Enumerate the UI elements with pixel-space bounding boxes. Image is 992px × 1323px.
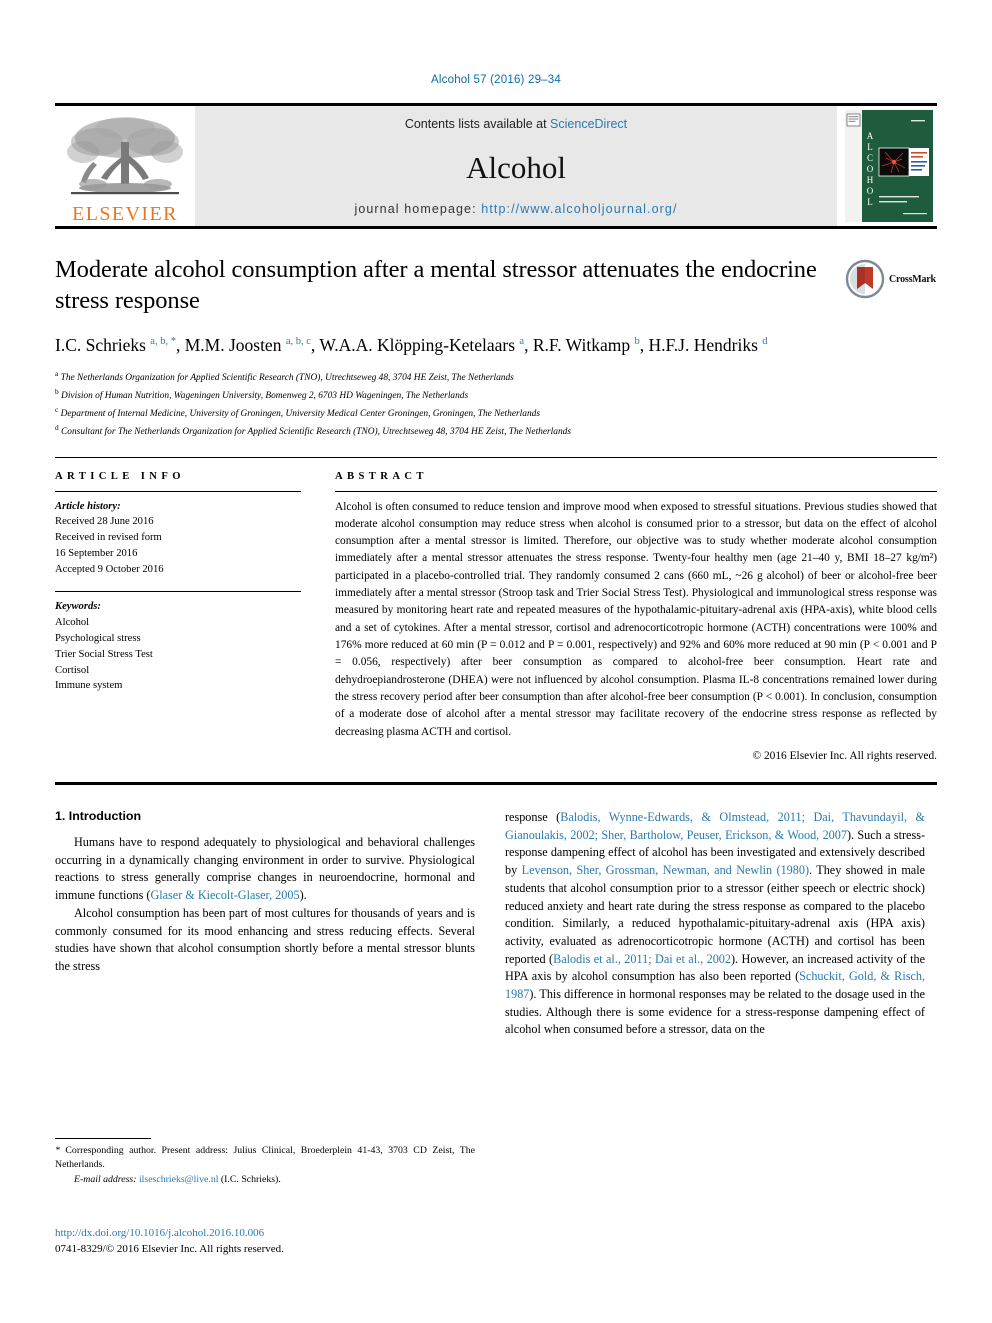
running-head: Alcohol 57 (2016) 29–34 [431, 74, 561, 86]
body-columns: 1. Introduction Humans have to respond a… [55, 809, 937, 1039]
journal-homepage-link[interactable]: http://www.alcoholjournal.org/ [481, 202, 677, 216]
history-line-2: 16 September 2016 [55, 548, 138, 560]
sciencedirect-link[interactable]: ScienceDirect [550, 117, 627, 131]
doi-link[interactable]: http://dx.doi.org/10.1016/j.alcohol.2016… [55, 1225, 475, 1241]
elsevier-tree-icon [63, 112, 187, 204]
affiliation-mark-d: d [55, 422, 59, 432]
svg-text:C: C [867, 153, 873, 163]
journal-masthead: ELSEVIER Contents lists available at Sci… [55, 103, 937, 226]
history-line-3: Accepted 9 October 2016 [55, 564, 164, 576]
svg-text:H: H [867, 175, 874, 185]
abstract-bottom-rule [55, 782, 937, 786]
elsevier-logo: ELSEVIER [55, 106, 195, 226]
masthead-center: Contents lists available at ScienceDirec… [195, 106, 837, 226]
article-info-rule [55, 490, 301, 492]
svg-text:L: L [867, 197, 873, 207]
masthead-bottom-rule [55, 226, 937, 229]
homepage-prefix: journal homepage: [354, 202, 482, 216]
email-link[interactable]: ilseschrieks@live.nl [139, 1174, 219, 1185]
affiliation-mark-a: a [55, 368, 59, 378]
keyword-2: Trier Social Stress Test [55, 648, 153, 660]
article-info-separator [55, 590, 301, 592]
history-line-0: Received 28 June 2016 [55, 516, 154, 528]
corresponding-author-note: * Corresponding author. Present address:… [55, 1145, 475, 1171]
email-owner: (I.C. Schrieks). [220, 1173, 281, 1185]
article-page: Alcohol 57 (2016) 29–34 ELSEVIER Content… [0, 0, 992, 1323]
svg-text:O: O [867, 186, 874, 196]
keyword-3: Cortisol [55, 664, 90, 676]
svg-text:L: L [867, 142, 873, 152]
affiliation-mark-c: c [55, 404, 59, 414]
affiliation-list: a The Netherlands Organization for Appli… [55, 368, 937, 440]
abstract-heading: ABSTRACT [335, 470, 428, 482]
affiliation-text-a: The Netherlands Organization for Applied… [60, 372, 514, 383]
abstract-rule [335, 490, 937, 492]
affiliation-a: a The Netherlands Organization for Appli… [55, 368, 937, 386]
contents-prefix: Contents lists available at [404, 117, 551, 131]
keywords-label: Keywords: [55, 600, 101, 612]
affiliation-text-b: Division of Human Nutrition, Wageningen … [61, 390, 469, 401]
issn-copyright-line: 0741-8329/© 2016 Elsevier Inc. All right… [55, 1243, 284, 1256]
affiliation-b: b Division of Human Nutrition, Wageninge… [55, 386, 937, 404]
contents-available-line: Contents lists available at ScienceDirec… [405, 117, 627, 131]
intro-paragraph-1: Humans have to respond adequately to phy… [55, 835, 475, 903]
crossmark-badge[interactable]: CrossMark [845, 257, 937, 301]
keyword-4: Immune system [55, 680, 123, 692]
svg-text:A: A [867, 131, 874, 141]
article-history: Article history: Received 28 June 2016 R… [55, 499, 301, 578]
article-info-column: ARTICLE INFO Article history: Received 2… [55, 471, 301, 763]
intro-paragraph-2: Alcohol consumption has been part of mos… [55, 905, 475, 973]
svg-text:O: O [867, 164, 874, 174]
email-note: E-mail address: ilseschrieks@live.nl (I.… [55, 1173, 475, 1187]
journal-homepage-line: journal homepage: http://www.alcoholjour… [354, 202, 677, 216]
affiliation-text-c: Department of Internal Medicine, Univers… [60, 408, 540, 419]
keyword-0: Alcohol [55, 616, 90, 628]
journal-cover-thumbnail: ALC OHOL [841, 106, 937, 226]
email-label: E-mail address: [74, 1173, 137, 1185]
article-history-label: Article history: [55, 500, 121, 512]
footnote-rule [55, 1138, 151, 1139]
abstract-column: ABSTRACT Alcohol is often consumed to re… [335, 470, 937, 763]
page-title: Moderate alcohol consumption after a men… [55, 256, 817, 314]
crossmark-label: CrossMark [889, 273, 936, 285]
affiliation-mark-b: b [55, 386, 59, 396]
introduction-heading: 1. Introduction [55, 809, 142, 824]
article-info-heading: ARTICLE INFO [55, 470, 185, 482]
history-line-1: Received in revised form [55, 532, 162, 544]
crossmark-icon [845, 259, 885, 299]
affiliation-text-d: Consultant for The Netherlands Organizat… [61, 426, 571, 437]
abstract-text: Alcohol is often consumed to reduce tens… [335, 500, 937, 738]
abstract-copyright: © 2016 Elsevier Inc. All rights reserved… [752, 750, 937, 763]
elsevier-wordmark: ELSEVIER [72, 203, 178, 225]
keyword-1: Psychological stress [55, 632, 141, 644]
footer-block: http://dx.doi.org/10.1016/j.alcohol.2016… [55, 1225, 475, 1258]
author-list: I.C. Schrieks a, b, *, M.M. Joosten a, b… [55, 334, 768, 355]
title-block: Moderate alcohol consumption after a men… [55, 255, 937, 440]
affiliation-c: c Department of Internal Medicine, Unive… [55, 404, 937, 422]
journal-title: Alcohol [466, 150, 566, 185]
body-column-left: 1. Introduction Humans have to respond a… [55, 809, 475, 1039]
footnote-block: * Corresponding author. Present address:… [55, 1138, 475, 1187]
affiliation-d: d Consultant for The Netherlands Organiz… [55, 422, 937, 440]
body-column-right: response (Balodis, Wynne-Edwards, & Olms… [505, 809, 925, 1039]
keywords-group: Keywords: Alcohol Psychological stress T… [55, 599, 301, 694]
intro-paragraph-2-cont: response (Balodis, Wynne-Edwards, & Olms… [505, 810, 926, 1037]
info-abstract-row: ARTICLE INFO Article history: Received 2… [55, 456, 937, 763]
